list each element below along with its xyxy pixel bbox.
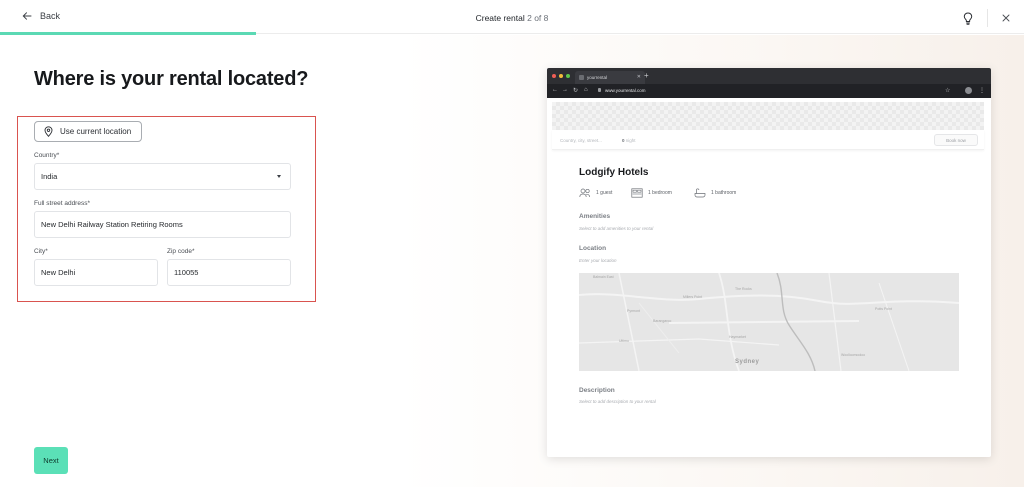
location-map: Balmain East Millers Point The Rocks Bar…: [579, 273, 959, 371]
required-mark: *: [56, 152, 60, 159]
hotel-name: Lodgify Hotels: [579, 167, 649, 178]
bathrooms-text: 1 bathroom: [711, 190, 737, 196]
country-label: Country*: [34, 152, 59, 159]
required-mark: *: [45, 248, 48, 255]
home-icon: ⌂: [584, 87, 588, 93]
step-indicator: 2 of 8: [527, 13, 549, 23]
address-label: Full street address*: [34, 200, 90, 207]
use-current-location-button[interactable]: Use current location: [34, 121, 142, 142]
amenities-title: Amenities: [579, 213, 611, 220]
location-hint: Enter your location: [579, 258, 617, 263]
nights-number: 0: [622, 138, 625, 143]
new-tab-icon: +: [644, 71, 649, 80]
browser-address-bar: ← → ↻ ⌂ www.yourrental.com ☆ ⋮: [547, 84, 991, 98]
guests-icon: [579, 188, 590, 198]
profile-avatar-icon: [965, 87, 972, 94]
city-value: New Delhi: [41, 268, 76, 277]
zip-value: 110055: [174, 268, 199, 277]
tab-title: yourrental: [587, 75, 608, 80]
back-arrow-icon: ←: [552, 87, 558, 93]
more-menu-icon: ⋮: [979, 88, 985, 94]
location-pin-icon: [44, 126, 53, 137]
map-label: Ultimo: [619, 339, 629, 343]
question-heading: Where is your rental located?: [34, 68, 309, 90]
browser-tab-bar: yourrental ✕ +: [547, 68, 991, 84]
divider: [987, 9, 988, 27]
close-icon[interactable]: [1002, 14, 1010, 22]
description-title: Description: [579, 387, 615, 394]
zip-label: Zip code*: [167, 248, 194, 255]
city-label-text: City: [34, 248, 46, 255]
bookmark-star-icon: ☆: [945, 88, 951, 94]
map-label: Balmain East: [593, 275, 614, 279]
book-now-button: Book now: [934, 134, 978, 146]
map-label: Potts Point: [875, 307, 892, 311]
use-location-label: Use current location: [60, 127, 132, 136]
country-value: India: [41, 172, 58, 181]
map-label: Pyrmont: [627, 309, 641, 313]
window-minimize-dot: [559, 74, 563, 78]
hero-image-placeholder: [552, 102, 984, 130]
booking-search-row: Country, city, street... 0 night Book no…: [552, 130, 984, 150]
title-text: Create rental: [475, 13, 525, 23]
page-title: Create rental 2 of 8: [0, 13, 1024, 23]
search-placeholder: Country, city, street...: [560, 138, 602, 143]
map-city-label: Sydney: [735, 359, 760, 365]
amenities-hint: Select to add amenities to your rental: [579, 226, 654, 231]
country-label-text: Country: [34, 152, 57, 159]
nights-unit: night: [625, 138, 636, 143]
bathrooms-feature: 1 bathroom: [694, 188, 736, 198]
top-right-controls: [963, 9, 1010, 27]
rental-preview-window: yourrental ✕ + ← → ↻ ⌂ www.yourrental.co…: [547, 68, 991, 457]
bedrooms-text: 1 bedroom: [648, 190, 672, 196]
map-label: Woolloomooloo: [841, 353, 866, 357]
favicon-icon: [579, 75, 584, 80]
zip-label-text: Zip code: [167, 248, 192, 255]
progress-fill: [0, 32, 256, 35]
address-label-text: Full street address: [34, 200, 88, 207]
map-streets: [579, 273, 959, 371]
window-close-dot: [552, 74, 556, 78]
nights-count: 0 night: [622, 138, 636, 143]
forward-arrow-icon: →: [562, 87, 568, 93]
bathtub-icon: [694, 188, 706, 198]
city-label: City*: [34, 248, 48, 255]
guests-text: 1 guest: [596, 190, 613, 196]
lock-icon: [598, 88, 601, 92]
description-hint: Select to add description to your rental: [579, 399, 656, 404]
zip-input[interactable]: 110055: [167, 259, 291, 286]
map-label: Barangaroo: [653, 319, 672, 323]
map-label: Haymarket: [729, 335, 746, 339]
top-bar: Back Create rental 2 of 8: [0, 0, 1024, 35]
url-text: www.yourrental.com: [605, 88, 646, 93]
required-mark: *: [87, 200, 90, 207]
bed-icon: [631, 188, 643, 198]
next-button[interactable]: Next: [34, 447, 68, 474]
city-input[interactable]: New Delhi: [34, 259, 158, 286]
map-label: Millers Point: [683, 295, 703, 299]
address-input[interactable]: New Delhi Railway Station Retiring Rooms: [34, 211, 291, 238]
map-label: The Rocks: [735, 287, 752, 291]
chevron-down-icon: [277, 175, 281, 178]
browser-tab: yourrental ✕: [575, 71, 645, 84]
tab-close-icon: ✕: [636, 74, 641, 80]
country-select[interactable]: India: [34, 163, 291, 190]
location-title: Location: [579, 245, 607, 252]
guests-feature: 1 guest: [579, 188, 612, 198]
bedrooms-feature: 1 bedroom: [631, 188, 672, 198]
required-mark: *: [191, 248, 195, 255]
address-value: New Delhi Railway Station Retiring Rooms: [41, 220, 183, 229]
window-maximize-dot: [566, 74, 570, 78]
reload-icon: ↻: [573, 88, 579, 94]
lightbulb-icon[interactable]: [963, 11, 973, 25]
